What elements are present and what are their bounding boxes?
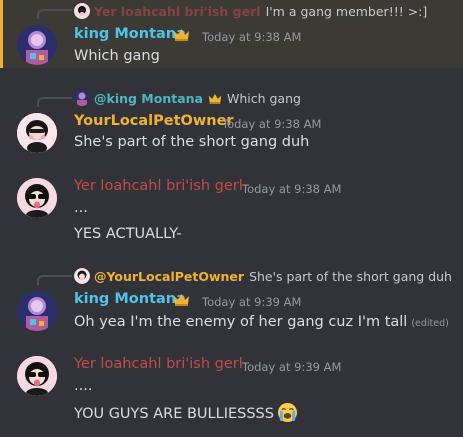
message-text: Which gang <box>74 48 160 64</box>
crown-icon <box>208 93 222 104</box>
message-body: YOU GUYS ARE BULLIESSSS <box>74 406 274 422</box>
reply-preview[interactable]: @king Montana Which gang <box>74 90 301 106</box>
timestamp[interactable]: Today at 9:39 AM <box>202 295 301 309</box>
reply-author[interactable]: Yer loahcahl bri'ish gerl <box>94 4 261 19</box>
avatar[interactable] <box>17 25 57 65</box>
message-4: @YourLocalPetOwner She's part of the sho… <box>0 266 463 336</box>
message-body: Oh yea I'm the enemy of her gang cuz I'm… <box>74 314 408 330</box>
avatar[interactable] <box>17 356 57 396</box>
reply-text: She's part of the short gang duh <box>249 268 452 284</box>
timestamp[interactable]: Today at 9:38 AM <box>242 182 341 196</box>
message-3: Yer loahcahl bri'ish gerl Today at 9:38 … <box>0 178 463 246</box>
crown-icon <box>174 29 189 41</box>
reply-text: I'm a gang member!!! >:] <box>265 3 428 19</box>
message-text: Oh yea I'm the enemy of her gang cuz I'm… <box>74 314 449 330</box>
message-text: She's part of the short gang duh <box>74 134 310 150</box>
reply-preview[interactable]: @YourLocalPetOwner She's part of the sho… <box>74 268 452 284</box>
message-text: YES ACTUALLY- <box>74 226 182 242</box>
reply-avatar <box>74 90 90 106</box>
edited-label: (edited) <box>411 318 449 329</box>
message-5: Yer loahcahl bri'ish gerl Today at 9:39 … <box>0 356 463 431</box>
username[interactable]: king Montana <box>74 291 186 307</box>
reply-text: Which gang <box>226 90 301 106</box>
timestamp[interactable]: Today at 9:38 AM <box>202 30 301 44</box>
reply-connector <box>37 9 72 19</box>
reply-preview[interactable]: Yer loahcahl bri'ish gerl I'm a gang mem… <box>74 3 427 19</box>
loudly-crying-face-icon <box>277 402 298 423</box>
username[interactable]: Yer loahcahl bri'ish gerl <box>74 178 243 194</box>
reply-author[interactable]: @YourLocalPetOwner <box>94 269 244 284</box>
message-2: @king Montana Which gang YourLocalPetOwn… <box>0 88 463 158</box>
timestamp[interactable]: Today at 9:39 AM <box>242 360 341 374</box>
message-1: Yer loahcahl bri'ish gerl I'm a gang mem… <box>0 0 463 68</box>
timestamp[interactable]: Today at 9:38 AM <box>222 117 321 131</box>
username[interactable]: YourLocalPetOwner <box>74 113 234 129</box>
avatar[interactable] <box>17 113 57 153</box>
message-text: ... <box>74 200 88 216</box>
reply-author[interactable]: @king Montana <box>94 91 203 106</box>
username[interactable]: Yer loahcahl bri'ish gerl <box>74 356 243 372</box>
avatar[interactable] <box>17 291 57 331</box>
avatar[interactable] <box>17 178 57 218</box>
message-text: .... <box>74 378 93 394</box>
message-text: YOU GUYS ARE BULLIESSSS <box>74 402 298 423</box>
reply-avatar <box>74 268 90 284</box>
reply-connector <box>37 275 72 285</box>
reply-avatar <box>74 3 90 19</box>
reply-connector <box>37 97 72 107</box>
username[interactable]: king Montana <box>74 26 186 42</box>
crown-icon <box>174 294 189 306</box>
